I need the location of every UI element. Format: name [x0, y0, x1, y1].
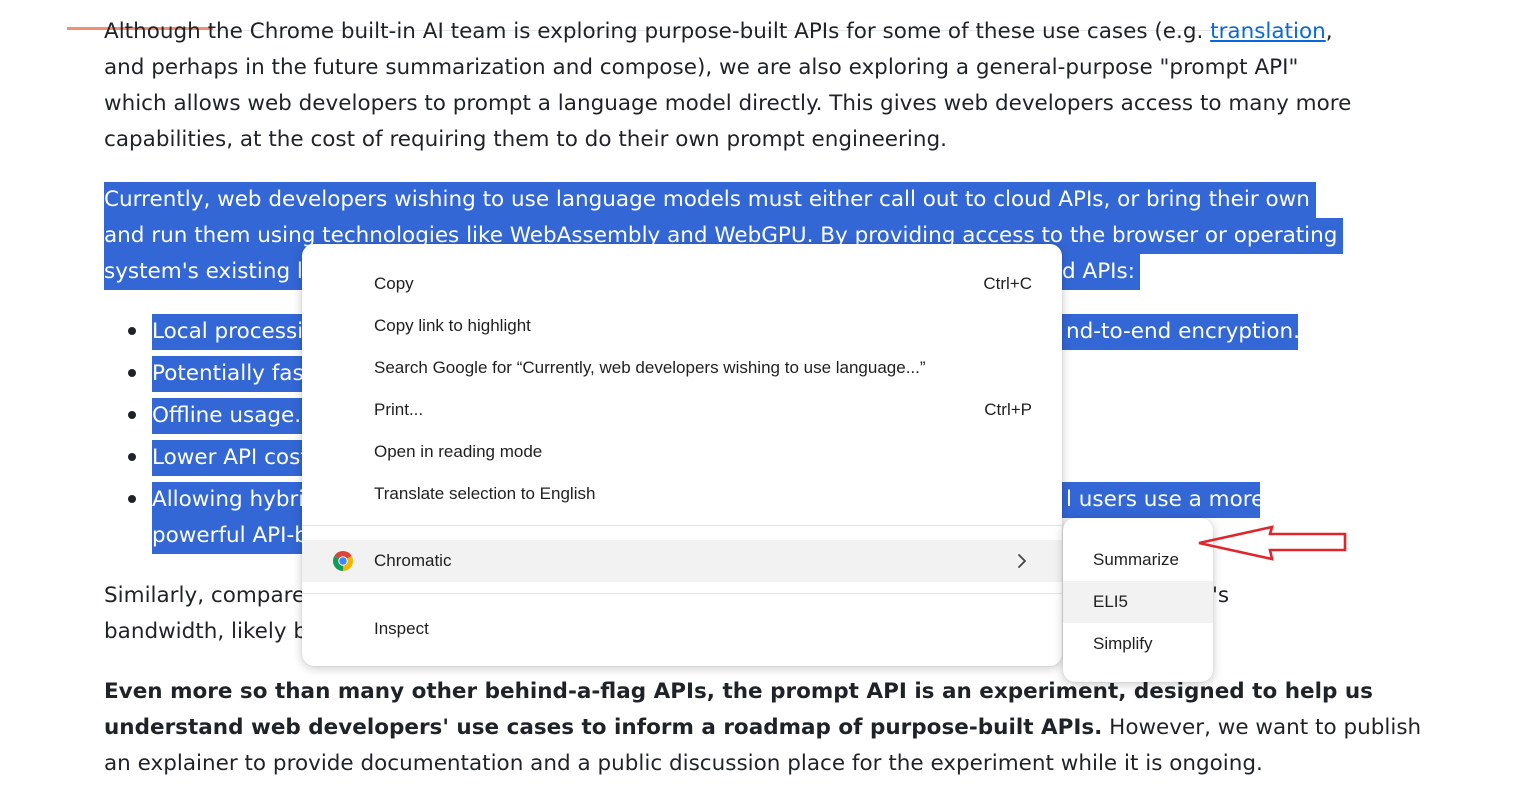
paragraph-text: However, we want to publish [1102, 715, 1422, 740]
selected-text: Offline usage. [152, 403, 302, 428]
selected-text: Local processi [152, 319, 304, 344]
paragraph-4-line-3: an explainer to provide documentation an… [104, 751, 1263, 776]
list-item-3[interactable]: Offline usage. [152, 398, 312, 434]
menu-item-label: Search Google for “Currently, web develo… [374, 358, 926, 377]
selected-text: l users use a more [1066, 487, 1265, 512]
menu-item-open-reading-mode[interactable]: Open in reading mode [302, 431, 1062, 473]
menu-item-search-google[interactable]: Search Google for “Currently, web develo… [302, 347, 1062, 389]
menu-item-copy[interactable]: Copy Ctrl+C [302, 263, 1062, 305]
paragraph-text: Similarly, compared [104, 583, 319, 608]
bullet-dot [128, 327, 136, 335]
paragraph-1-line-4: capabilities, at the cost of requiring t… [104, 127, 947, 152]
paragraph-1-line-2: and perhaps in the future summarization … [104, 55, 1299, 80]
menu-item-label: Translate selection to English [374, 484, 596, 503]
browser-page: Although the Chrome built-in AI team is … [0, 0, 1527, 800]
paragraph-2-line-1[interactable]: Currently, web developers wishing to use… [104, 182, 1316, 218]
menu-item-label: Open in reading mode [374, 442, 543, 461]
menu-item-chromatic[interactable]: Chromatic [302, 540, 1062, 582]
menu-item-label: Copy [374, 274, 414, 293]
selected-text: Potentially fast [152, 361, 313, 386]
paragraph-text: , [1325, 19, 1333, 44]
paragraph-3-line-2: bandwidth, likely b [104, 619, 308, 644]
selected-text: system's existing la [104, 259, 317, 284]
submenu-item-simplify[interactable]: Simplify [1063, 623, 1213, 665]
menu-item-label: Chromatic [374, 551, 452, 570]
submenu-item-label: ELI5 [1093, 592, 1128, 611]
paragraph-text: Although the Chrome built-in AI team is … [104, 19, 1211, 44]
list-item-5-line-2[interactable]: powerful API-b [152, 518, 312, 554]
selected-text: nd-to-end encryption. [1066, 319, 1301, 344]
bullet-dot [128, 453, 136, 461]
selected-text: d APIs: [1062, 259, 1135, 284]
menu-item-shortcut: Ctrl+C [983, 274, 1032, 293]
paragraph-4-line-2: understand web developers' use cases to … [104, 710, 1421, 746]
menu-item-print[interactable]: Print... Ctrl+P [302, 389, 1062, 431]
paragraph-1-line-3: which allows web developers to prompt a … [104, 91, 1352, 116]
menu-item-label: Inspect [374, 619, 429, 638]
selected-text: powerful API-b [152, 523, 308, 548]
menu-item-copy-link-to-highlight[interactable]: Copy link to highlight [302, 305, 1062, 347]
chevron-right-icon [1018, 554, 1026, 568]
menu-item-inspect[interactable]: Inspect [302, 608, 1062, 650]
annotation-arrow-icon [1198, 525, 1347, 561]
list-item-4[interactable]: Lower API cost [152, 440, 312, 476]
bullet-dot [128, 495, 136, 503]
paragraph-1-line-1: Although the Chrome built-in AI team is … [104, 14, 1333, 50]
menu-separator [302, 525, 1062, 526]
menu-item-label: Copy link to highlight [374, 316, 531, 335]
bold-text: understand web developers' use cases to … [104, 715, 1103, 740]
submenu-item-summarize[interactable]: Summarize [1063, 539, 1213, 581]
bullet-dot [128, 369, 136, 377]
submenu-item-eli5[interactable]: ELI5 [1063, 581, 1213, 623]
context-menu: Copy Ctrl+C Copy link to highlight Searc… [302, 244, 1062, 666]
chrome-icon [333, 551, 353, 571]
menu-item-shortcut: Ctrl+P [984, 400, 1032, 419]
selected-text: Lower API cost [152, 445, 309, 470]
menu-separator [302, 593, 1062, 594]
list-item-2[interactable]: Potentially fast [152, 356, 312, 392]
menu-item-translate-selection[interactable]: Translate selection to English [302, 473, 1062, 515]
paragraph-text: 's [1212, 583, 1230, 608]
chromatic-submenu: Summarize ELI5 Simplify [1063, 518, 1213, 682]
selected-text: Allowing hybri [152, 487, 305, 512]
menu-item-label: Print... [374, 400, 424, 419]
translation-link[interactable]: translation [1210, 19, 1326, 44]
submenu-item-label: Simplify [1093, 634, 1153, 653]
submenu-item-label: Summarize [1093, 550, 1179, 569]
bullet-dot [128, 411, 136, 419]
